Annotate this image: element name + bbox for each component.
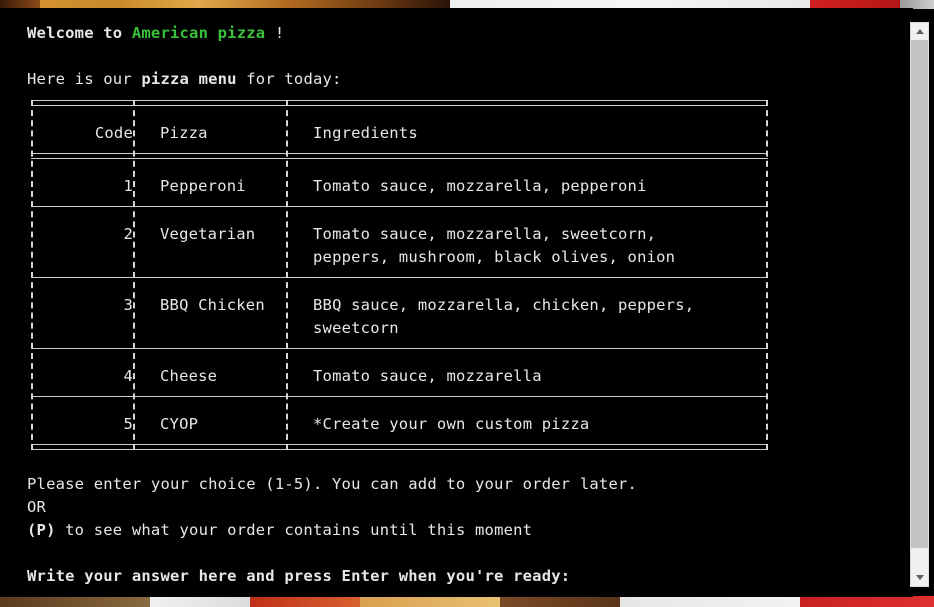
row-pizza: Pepperoni	[160, 177, 246, 195]
intro-after: for today:	[236, 70, 342, 88]
header-code: Code	[94, 124, 133, 142]
terminal-output-panel: Welcome to American pizza ! Here is our …	[0, 8, 913, 597]
table-rule-1	[31, 206, 768, 207]
scroll-up-arrow-icon	[915, 29, 924, 34]
table-border-col2	[286, 100, 288, 450]
intro-line: Here is our pizza menu for today:	[27, 68, 913, 91]
table-rule-2	[31, 277, 768, 278]
intro-emphasis: pizza menu	[141, 70, 237, 88]
greeting-suffix: !	[265, 24, 285, 42]
greeting-prefix: Welcome to	[27, 24, 132, 42]
scrollbar-track[interactable]	[911, 548, 928, 569]
header-pizza: Pizza	[160, 124, 208, 142]
table-rule-top	[31, 100, 768, 106]
row-pizza: CYOP	[160, 415, 199, 433]
table-row: 1 Pepperoni Tomato sauce, mozzarella, pe…	[31, 167, 768, 206]
table-border-col1	[133, 100, 135, 450]
greeting-line: Welcome to American pizza !	[27, 22, 913, 45]
table-header-row: Code Pizza Ingredients	[31, 114, 768, 153]
table-border-right	[766, 100, 768, 450]
prompt-p-rest: to see what your order contains until th…	[55, 521, 533, 539]
scrollbar-thumb[interactable]	[911, 40, 928, 548]
table-rule-bottom	[31, 444, 768, 450]
answer-prompt: Write your answer here and press Enter w…	[27, 567, 571, 585]
prompt-line-1: Please enter your choice (1-5). You can …	[27, 475, 638, 493]
row-ingredients: Tomato sauce, mozzarella, pepperoni	[313, 177, 647, 195]
table-row: 4 Cheese Tomato sauce, mozzarella	[31, 357, 768, 396]
row-code: 1	[123, 177, 133, 195]
row-code: 4	[123, 367, 133, 385]
row-ingredients: Tomato sauce, mozzarella, sweetcorn, pep…	[313, 225, 676, 266]
row-code: 5	[123, 415, 133, 433]
row-pizza: Cheese	[160, 367, 218, 385]
row-ingredients: BBQ sauce, mozzarella, chicken, peppers,…	[313, 296, 695, 337]
row-code: 3	[123, 296, 133, 314]
table-rule-4	[31, 396, 768, 397]
vertical-scrollbar[interactable]	[910, 22, 929, 587]
scroll-down-button[interactable]	[911, 569, 928, 586]
table-row: 3 BBQ Chicken BBQ sauce, mozzarella, chi…	[31, 286, 768, 348]
row-pizza: BBQ Chicken	[160, 296, 265, 314]
greeting-brand: American pizza	[131, 24, 266, 42]
pizza-menu-table: Code Pizza Ingredients 1 Pepperoni Tomat…	[27, 100, 768, 450]
prompt-line-or: OR	[27, 498, 47, 516]
table-rule-3	[31, 348, 768, 349]
table-row: 2 Vegetarian Tomato sauce, mozzarella, s…	[31, 215, 768, 277]
intro-before: Here is our	[27, 70, 142, 88]
scroll-down-arrow-icon	[915, 575, 924, 580]
header-ingredients: Ingredients	[313, 124, 418, 142]
scroll-up-button[interactable]	[911, 23, 928, 40]
prompt-p-key: (P)	[27, 521, 56, 539]
row-pizza: Vegetarian	[160, 225, 256, 243]
row-ingredients: *Create your own custom pizza	[313, 415, 590, 433]
table-border-left	[31, 100, 33, 450]
bottom-photo-strip	[0, 596, 934, 607]
prompt-line-p: (P) to see what your order contains unti…	[27, 519, 913, 542]
row-code: 2	[123, 225, 133, 243]
table-row: 5 CYOP *Create your own custom pizza	[31, 405, 768, 444]
row-ingredients: Tomato sauce, mozzarella	[313, 367, 542, 385]
table-rule-header	[31, 153, 768, 159]
